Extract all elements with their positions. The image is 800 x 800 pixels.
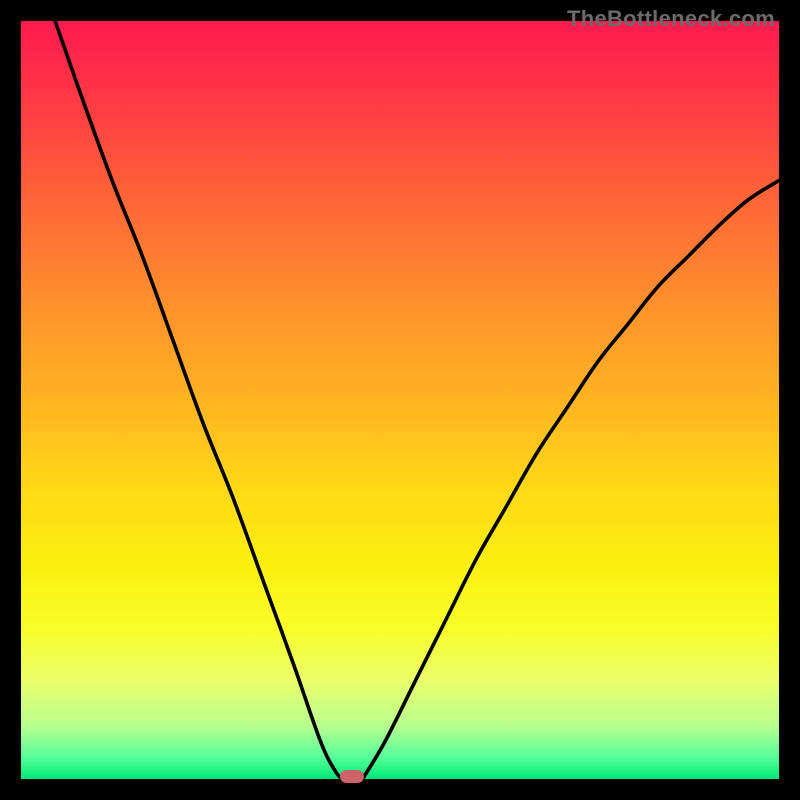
bottleneck-curve <box>21 21 779 779</box>
curve-right-branch <box>362 180 779 779</box>
curve-left-branch <box>55 21 343 779</box>
watermark-text: TheBottleneck.com <box>567 6 775 32</box>
minimum-marker <box>340 770 364 783</box>
plot-area <box>21 21 779 779</box>
chart-frame: TheBottleneck.com <box>0 0 800 800</box>
